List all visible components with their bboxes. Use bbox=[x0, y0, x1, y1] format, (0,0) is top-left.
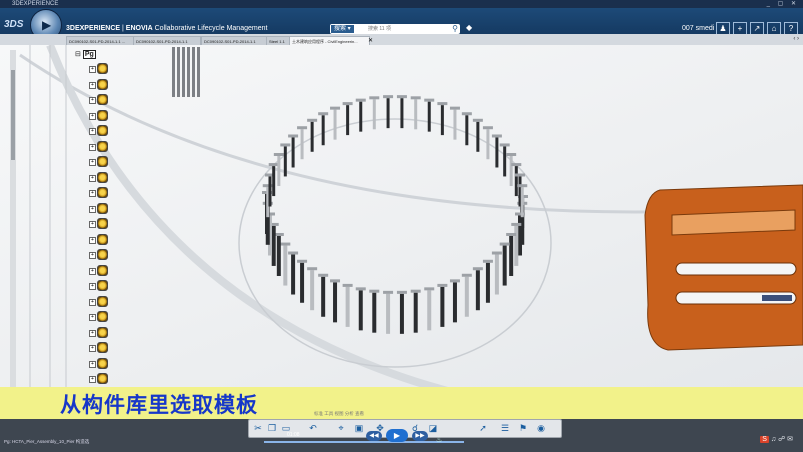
part-gear-icon bbox=[97, 125, 108, 136]
expand-icon[interactable]: + bbox=[89, 190, 96, 197]
expand-icon[interactable]: + bbox=[89, 205, 96, 213]
part-gear-icon bbox=[97, 187, 108, 198]
flag-icon[interactable]: ⚑ bbox=[517, 422, 529, 434]
expand-icon[interactable]: + bbox=[89, 252, 96, 259]
close-tab-icon[interactable]: ✕ bbox=[368, 37, 373, 44]
part-gear-icon bbox=[97, 94, 108, 105]
caption-banner: 从构件库里选取模板 bbox=[0, 387, 803, 419]
part-gear-icon bbox=[97, 264, 108, 276]
expand-icon[interactable]: + bbox=[89, 112, 96, 120]
expand-icon[interactable]: + bbox=[89, 66, 96, 73]
expand-icon[interactable]: + bbox=[89, 221, 96, 228]
pier-cap-model[interactable] bbox=[0, 45, 803, 419]
expand-icon[interactable]: + bbox=[89, 329, 96, 337]
input-method-icon[interactable]: S bbox=[760, 436, 769, 443]
expand-icon[interactable]: + bbox=[89, 97, 96, 104]
tag-icon[interactable]: ◆ bbox=[466, 23, 472, 32]
system-tray: S ♫ ☍ ✉ bbox=[760, 436, 793, 443]
app-title-rest: Collaborative Lifecycle Management bbox=[154, 25, 268, 32]
expand-icon[interactable]: + bbox=[89, 345, 96, 352]
measure-icon[interactable]: ⌖ bbox=[335, 422, 347, 434]
left-scrollbar[interactable] bbox=[10, 50, 16, 400]
part-gear-icon bbox=[97, 140, 108, 152]
playback-time: 01:08 bbox=[287, 432, 300, 438]
expand-icon[interactable]: + bbox=[89, 267, 96, 275]
part-gear-icon bbox=[97, 280, 108, 291]
search-box[interactable]: 搜索 ▾ ⚲ bbox=[330, 24, 460, 34]
part-gear-icon bbox=[97, 311, 108, 322]
expand-icon[interactable]: + bbox=[89, 143, 96, 151]
copy-icon[interactable]: ❐ bbox=[266, 422, 278, 434]
expand-icon[interactable]: + bbox=[89, 236, 96, 244]
part-gear-icon bbox=[97, 156, 108, 167]
globe-icon[interactable]: ◉ bbox=[535, 422, 547, 434]
part-gear-icon bbox=[97, 63, 108, 74]
part-gear-icon bbox=[97, 202, 108, 214]
tree-root-label: Pg bbox=[82, 50, 96, 59]
window-controls[interactable]: _ ▢ ✕ bbox=[767, 0, 799, 8]
tab-navigation[interactable]: ‹ › bbox=[793, 36, 799, 42]
play-button[interactable]: ▶ bbox=[386, 429, 408, 442]
status-text: Pg: HCTA_Pier_Assembly_10_Pier 构造选 bbox=[4, 439, 90, 444]
expand-icon[interactable]: + bbox=[89, 314, 96, 321]
window-titlebar: 3DEXPERIENCE _ ▢ ✕ bbox=[0, 0, 803, 8]
cut-icon[interactable]: ✂ bbox=[252, 422, 264, 434]
window-title: 3DEXPERIENCE bbox=[12, 1, 59, 7]
part-gear-icon bbox=[97, 78, 108, 90]
part-gear-icon bbox=[97, 233, 108, 245]
part-gear-icon bbox=[97, 218, 108, 229]
expand-icon[interactable]: + bbox=[89, 360, 96, 368]
3d-viewport[interactable]: ⊟ Pg +++++++++++++++++++++++ ☝ bbox=[0, 45, 803, 419]
cube-view-icon[interactable]: ▣ bbox=[353, 422, 365, 434]
part-gear-icon bbox=[97, 171, 108, 183]
volume-icon[interactable]: ♨ bbox=[436, 436, 442, 444]
search-scope-dropdown[interactable]: 搜索 ▾ bbox=[331, 25, 354, 33]
ds-logo: 3DS bbox=[4, 19, 24, 30]
filter-icon[interactable]: ☰ bbox=[499, 422, 511, 434]
expand-icon[interactable]: + bbox=[89, 298, 96, 306]
expand-icon[interactable]: + bbox=[89, 283, 96, 290]
scrollbar-thumb[interactable] bbox=[11, 70, 15, 160]
expand-icon[interactable]: + bbox=[89, 174, 96, 182]
part-gear-icon bbox=[97, 342, 108, 353]
search-icon[interactable]: ⚲ bbox=[452, 24, 458, 34]
expand-icon[interactable]: + bbox=[89, 376, 96, 383]
expand-icon[interactable]: + bbox=[89, 159, 96, 166]
top-bar: 3DS 3DEXPERIENCE | ENOVIA Collaborative … bbox=[0, 8, 803, 36]
part-gear-icon bbox=[97, 373, 108, 384]
part-gear-icon bbox=[97, 295, 108, 307]
media-controls: ◀◀ ▶ ▶▶ bbox=[366, 429, 456, 444]
forward-button[interactable]: ▶▶ bbox=[412, 431, 428, 441]
tree-root[interactable]: ⊟ Pg bbox=[75, 50, 96, 59]
pointer-icon[interactable]: ➚ bbox=[477, 422, 489, 434]
ribbon-tabs[interactable]: 标准 工具 视图 分析 查看 bbox=[314, 411, 364, 417]
play-icon: ▶ bbox=[42, 18, 52, 32]
app-title: 3DEXPERIENCE | ENOVIA Collaborative Life… bbox=[66, 25, 268, 32]
expand-icon[interactable]: + bbox=[89, 128, 96, 135]
caption-text: 从构件库里选取模板 bbox=[60, 393, 258, 417]
expand-icon[interactable]: + bbox=[89, 81, 96, 89]
part-gear-icon bbox=[97, 326, 108, 338]
rewind-button[interactable]: ◀◀ bbox=[366, 431, 382, 441]
part-gear-icon bbox=[97, 109, 108, 121]
app-title-brand: ENOVIA bbox=[125, 25, 153, 32]
undo-icon[interactable]: ↶ bbox=[307, 422, 319, 434]
part-gear-icon bbox=[97, 249, 108, 260]
user-name[interactable]: 007 smedi bbox=[682, 25, 714, 32]
search-input[interactable] bbox=[368, 24, 438, 34]
part-gear-icon bbox=[97, 357, 108, 369]
app-title-prefix: 3DEXPERIENCE bbox=[66, 25, 121, 32]
